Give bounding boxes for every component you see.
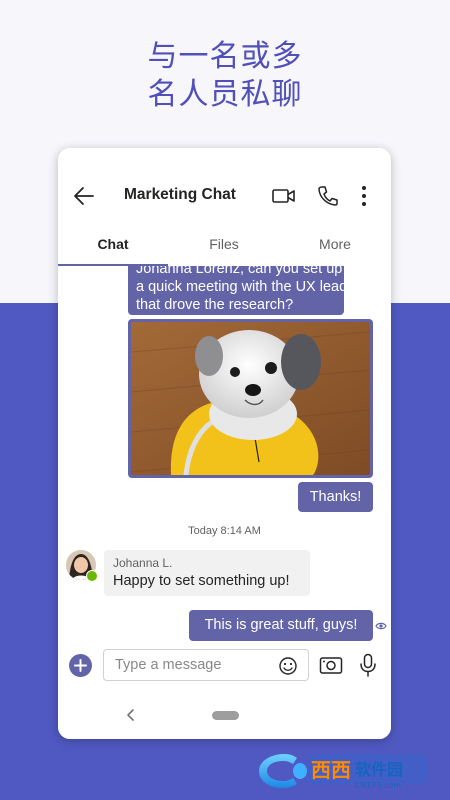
app-bar: Marketing Chat	[58, 148, 391, 244]
incoming-message[interactable]: Johanna L. Happy to set something up!	[104, 550, 310, 596]
nav-home-pill[interactable]	[212, 711, 239, 720]
sender-name: Johanna L.	[113, 556, 173, 570]
message-list[interactable]: Johanna Lorenz, can you set up a quick m…	[58, 266, 391, 644]
dog-photo	[131, 322, 370, 475]
tab-chat[interactable]: Chat	[68, 236, 158, 252]
message-input-placeholder: Type a message	[115, 657, 222, 673]
phone-screen: Marketing Chat Chat Files More Johanna L…	[58, 148, 391, 739]
emoji-icon[interactable]	[278, 656, 298, 676]
phone-icon[interactable]	[316, 184, 338, 208]
watermark-site-text: CR173.com	[355, 781, 401, 790]
plus-icon	[74, 659, 87, 672]
promo-line-2: 名人员私聊	[147, 77, 303, 112]
message-input[interactable]: Type a message	[103, 649, 309, 681]
tab-files[interactable]: Files	[179, 236, 269, 252]
outgoing-message-thanks[interactable]: Thanks!	[298, 482, 373, 512]
chat-title: Marketing Chat	[124, 186, 236, 203]
promo-headline: 与一名或多 名人员私聊	[0, 38, 450, 114]
tab-bar: Chat Files More	[58, 232, 391, 267]
photo-message[interactable]	[128, 319, 373, 478]
message-line: Johanna Lorenz, can you set up	[136, 266, 343, 277]
seen-eye-icon	[375, 622, 387, 630]
add-attachment-button[interactable]	[69, 654, 92, 677]
compose-bar: Type a message	[58, 645, 391, 691]
camera-icon[interactable]	[319, 655, 343, 675]
more-options-icon[interactable]	[356, 184, 372, 208]
message-line: that drove the research?	[136, 297, 294, 313]
outgoing-message-great[interactable]: This is great stuff, guys!	[189, 610, 373, 641]
video-call-icon[interactable]	[271, 184, 297, 208]
message-line: a quick meeting with the UX lead	[136, 279, 348, 295]
tab-more[interactable]: More	[290, 236, 380, 252]
message-text: Happy to set something up!	[113, 573, 290, 589]
nav-back-icon[interactable]	[125, 708, 137, 722]
system-nav-bar	[58, 696, 391, 739]
site-watermark-logo: 西西 软件园 CR173.com	[259, 754, 427, 790]
promo-line-1: 与一名或多	[147, 39, 303, 74]
microphone-icon[interactable]	[358, 653, 378, 677]
outgoing-message[interactable]: Johanna Lorenz, can you set up a quick m…	[128, 266, 348, 315]
watermark-brand-text: 西西	[311, 758, 351, 782]
back-arrow-icon[interactable]	[72, 184, 96, 208]
message-timestamp: Today 8:14 AM	[188, 525, 261, 537]
watermark-brand-text-2: 软件园	[355, 760, 403, 779]
presence-available-icon	[86, 570, 98, 582]
